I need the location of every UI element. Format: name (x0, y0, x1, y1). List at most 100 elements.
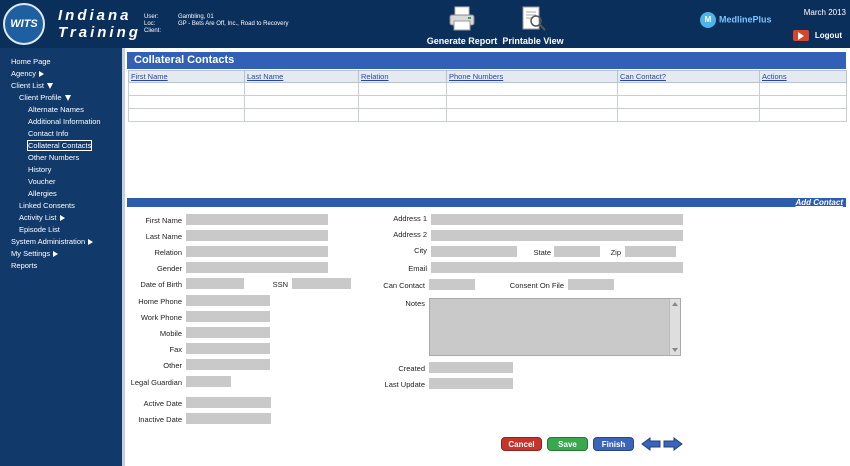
table-cell (358, 108, 447, 122)
next-arrow-icon[interactable] (663, 437, 683, 451)
nav-history[interactable]: History (28, 165, 51, 174)
table-cell (446, 82, 618, 96)
column-header-actions: Actions (759, 70, 847, 83)
nav-episode-list[interactable]: Episode List (19, 225, 60, 234)
nav-other-numbers[interactable]: Other Numbers (28, 153, 79, 162)
relation-field[interactable] (186, 246, 328, 257)
first-name-field[interactable] (186, 214, 328, 225)
add-contact-link[interactable]: Add Contact (127, 198, 846, 207)
main-content: Collateral Contacts First Name Last Name… (127, 50, 848, 466)
nav-client-list[interactable]: Client List (11, 81, 53, 90)
nav-collateral-contacts[interactable]: Collateral Contacts (26, 140, 93, 151)
save-button[interactable]: Save (547, 437, 588, 451)
scroll-up-icon[interactable] (672, 302, 678, 306)
brand-line1: Indiana (58, 7, 132, 24)
gender-field[interactable] (186, 262, 328, 273)
can-contact-field[interactable] (429, 279, 475, 290)
nav-voucher[interactable]: Voucher (28, 177, 56, 186)
scroll-down-icon[interactable] (672, 348, 678, 352)
address1-label: Address 1 (393, 214, 427, 223)
column-header-can-contact[interactable]: Can Contact? (617, 70, 760, 83)
nav-label: Home Page (11, 57, 51, 66)
printer-icon (449, 6, 475, 31)
other-label: Other (163, 361, 182, 370)
nav-additional-information[interactable]: Additional Information (28, 117, 101, 126)
nav-allergies[interactable]: Allergies (28, 189, 57, 198)
last-name-label: Last Name (145, 232, 182, 241)
nav-label: Activity List (19, 213, 57, 222)
email-label: Email (408, 264, 427, 273)
email-field[interactable] (431, 262, 683, 273)
other-field[interactable] (186, 359, 270, 370)
nav-label: Alternate Names (28, 105, 84, 114)
home-phone-field[interactable] (186, 295, 270, 306)
ssn-label: SSN (272, 280, 288, 289)
last-name-field[interactable] (186, 230, 328, 241)
table-cell (128, 82, 245, 96)
column-header-first-name[interactable]: First Name (128, 70, 245, 83)
nav-home-page[interactable]: Home Page (11, 57, 51, 66)
client-label: Client: (144, 28, 162, 34)
mobile-field[interactable] (186, 327, 270, 338)
printable-view-label: Printable View (502, 36, 564, 46)
legal-guardian-field[interactable] (186, 376, 231, 387)
city-label: City (414, 246, 427, 255)
fax-label: Fax (169, 345, 182, 354)
notes-textarea[interactable] (429, 298, 681, 356)
can-contact-label: Can Contact (383, 281, 425, 290)
nav-client-profile[interactable]: Client Profile (19, 93, 71, 102)
column-header-relation[interactable]: Relation (358, 70, 447, 83)
table-cell (617, 95, 760, 109)
table-cell (128, 95, 245, 109)
column-header-phone-numbers[interactable]: Phone Numbers (446, 70, 618, 83)
nav-linked-consents[interactable]: Linked Consents (19, 201, 75, 210)
session-info: User: Gambling, 01 Loc: GP - Bets Are Off,… (144, 14, 289, 35)
nav-agency[interactable]: Agency (11, 69, 45, 78)
logo-text: WITS (10, 18, 38, 30)
nav-my-settings[interactable]: My Settings (11, 249, 59, 258)
ssn-field[interactable] (292, 278, 351, 289)
address1-field[interactable] (431, 214, 683, 225)
created-field[interactable] (429, 362, 513, 373)
table-cell (358, 95, 447, 109)
dob-field[interactable] (186, 278, 244, 289)
active-date-label: Active Date (143, 399, 182, 408)
zip-field[interactable] (625, 246, 676, 257)
nav-activity-list[interactable]: Activity List (19, 213, 65, 222)
medlineplus-link[interactable]: M MedlinePlus (700, 12, 772, 28)
logout-button[interactable]: Logout (792, 30, 842, 41)
cancel-button[interactable]: Cancel (501, 437, 542, 451)
nav-reports[interactable]: Reports (11, 261, 37, 270)
last-update-field[interactable] (429, 378, 513, 389)
finish-button[interactable]: Finish (593, 437, 634, 451)
nav-system-administration[interactable]: System Administration (11, 237, 94, 246)
city-field[interactable] (431, 246, 517, 257)
table-cell (759, 108, 847, 122)
previous-arrow-icon[interactable] (641, 437, 661, 451)
expand-right-icon (39, 71, 45, 78)
loc-label: Loc: (144, 21, 156, 27)
active-date-field[interactable] (186, 397, 271, 408)
generate-report-button[interactable]: Generate Report (426, 6, 498, 46)
loc-value: GP - Bets Are Off, Inc., Road to Recover… (178, 21, 289, 27)
column-header-last-name[interactable]: Last Name (244, 70, 359, 83)
notes-scrollbar[interactable] (669, 299, 680, 355)
consent-on-file-field[interactable] (568, 279, 614, 290)
wits-logo[interactable]: WITS (3, 3, 45, 45)
address2-field[interactable] (431, 230, 683, 241)
table-cell (617, 108, 760, 122)
table-cell (358, 82, 447, 96)
inactive-date-field[interactable] (186, 413, 271, 424)
printable-view-button[interactable]: Printable View (502, 6, 564, 46)
app-window: WITS Indiana Training User: Gambling, 01 … (0, 0, 850, 466)
last-update-label: Last Update (384, 380, 425, 389)
nav-label: Reports (11, 261, 38, 270)
fax-field[interactable] (186, 343, 270, 354)
state-field[interactable] (554, 246, 600, 257)
nav-alternate-names[interactable]: Alternate Names (28, 105, 84, 114)
work-phone-field[interactable] (186, 311, 270, 322)
table-cell (617, 82, 760, 96)
table-cell (128, 108, 245, 122)
nav-label: Other Numbers (28, 153, 80, 162)
nav-contact-info[interactable]: Contact Info (28, 129, 68, 138)
